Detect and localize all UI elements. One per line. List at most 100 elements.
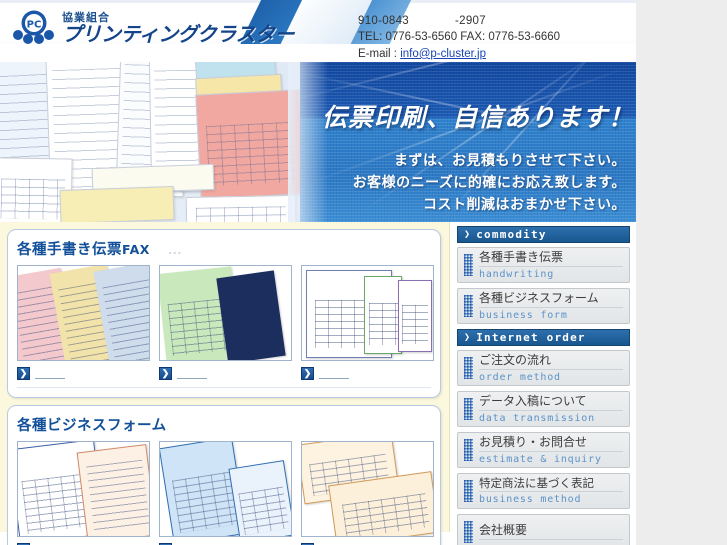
page-body: 各種手書き伝票FAX... ❯ ❯ ❯ 各種ビジネスフォーム ❯ commodi…: [0, 222, 636, 545]
sidebar-item-data-transmission[interactable]: データ入稿について data transmission: [457, 391, 630, 427]
header-contact-info: 910-0843 -2907 TEL: 0776-53-6560 FAX: 077…: [358, 13, 560, 62]
nav-group-header-internet-order: ❯ Internet order: [457, 329, 630, 346]
section-1-title-ja: 各種手書き伝票: [17, 242, 122, 258]
sidebar-item-label-ja: ご注文の流れ: [479, 353, 623, 370]
sheet-form-lightblue-2: [228, 460, 291, 536]
hero-headline: 伝票印刷、自信あります！: [322, 103, 635, 132]
section-1-title-en: FAX: [122, 242, 150, 257]
product-cell: ❯: [159, 441, 292, 545]
product-thumbnail-light-blue-forms[interactable]: [159, 441, 292, 537]
nav-group-header-commodity: ❯ commodity: [457, 226, 630, 243]
sidebar-item-labels: 各種手書き伝票 handwriting: [479, 250, 623, 281]
sheet-navy-cover: [216, 270, 286, 360]
product-thumbnail-blue-red-forms[interactable]: [17, 441, 150, 537]
sidebar-item-label-en: business form: [479, 309, 568, 321]
right-sidebar-nav: ❯ commodity 各種手書き伝票 handwriting 各種ビジネスフォ…: [451, 222, 636, 545]
sidebar-item-labels: お見積り・お問合せ estimate & inquiry: [479, 435, 623, 466]
chevron-right-icon: ❯: [301, 366, 314, 380]
sidebar-item-labels: データ入稿について data transmission: [479, 394, 623, 425]
sidebar-item-label-en: estimate & inquiry: [479, 453, 602, 465]
contact-email-line: E-mail : info@p-cluster.jp: [358, 46, 560, 62]
product-link[interactable]: ❯: [301, 366, 434, 380]
hero-doc-7: [59, 186, 175, 222]
section-2-title: 各種ビジネスフォーム: [17, 414, 431, 435]
chevron-right-icon: ❯: [17, 366, 30, 380]
product-link-text: [35, 368, 65, 379]
sheet-layout-green: [364, 276, 402, 354]
product-cell: ❯: [17, 441, 150, 545]
sidebar-item-labels: 会社概要: [479, 523, 623, 541]
hero-doc-8: [185, 195, 297, 222]
product-cell: ❯: [301, 441, 434, 545]
product-cell: ❯: [17, 265, 150, 380]
sidebar-item-business-form[interactable]: 各種ビジネスフォーム business form: [457, 288, 630, 324]
chevron-right-icon: ❯: [159, 366, 172, 380]
dot-grid-icon: [464, 254, 473, 276]
product-thumbnail-carbonless-sets[interactable]: [17, 265, 150, 361]
sheet-layout-purple: [398, 280, 432, 352]
section-2-title-ja: 各種ビジネスフォーム: [17, 418, 167, 434]
sheet-form-orange: [76, 444, 149, 536]
sidebar-item-company-profile[interactable]: 会社概要: [457, 514, 630, 545]
nav-group-label: Internet order: [476, 331, 586, 344]
pc-cluster-logo-icon: PC: [12, 8, 56, 48]
dot-grid-icon: [464, 295, 473, 317]
chevron-right-icon: ❯: [464, 332, 472, 343]
contact-email-link[interactable]: info@p-cluster.jp: [400, 48, 486, 60]
page-right-gutter: [636, 0, 727, 545]
sidebar-item-label-ja: データ入稿について: [479, 394, 623, 411]
section-1-divider: [17, 387, 431, 388]
hero-sub-line-2: お客様のニーズに的確にお応え致します。: [352, 175, 626, 192]
sidebar-item-label-ja: 各種手書き伝票: [479, 250, 623, 267]
sidebar-item-order-method[interactable]: ご注文の流れ order method: [457, 350, 630, 386]
sidebar-item-labels: 特定商法に基づく表記 business method: [479, 476, 623, 506]
product-thumbnail-form-layouts[interactable]: [301, 265, 434, 361]
site-logo[interactable]: PC 協業組合 プリンティングクラスター: [12, 8, 295, 48]
product-link[interactable]: ❯: [17, 366, 150, 380]
product-link[interactable]: ❯: [159, 366, 292, 380]
sidebar-item-label-ja: 特定商法に基づく表記: [479, 476, 623, 493]
product-thumbnail-green-forms[interactable]: [159, 265, 292, 361]
sidebar-item-label-ja: 会社概要: [479, 523, 623, 540]
sidebar-item-label-en: data transmission: [479, 412, 595, 424]
product-cell: ❯: [159, 265, 292, 380]
product-link-text: [319, 368, 349, 379]
section-business-forms: 各種ビジネスフォーム ❯: [7, 405, 441, 545]
sidebar-item-estimate-inquiry[interactable]: お見積り・お問合せ estimate & inquiry: [457, 432, 630, 468]
hero-subtext: まずは、お見積もりさせて下さい。 お客様のニーズに的確にお応え致します。 コスト…: [353, 150, 626, 216]
product-thumbnail-cream-forms[interactable]: [301, 441, 434, 537]
section-1-title-ghost: ...: [167, 244, 182, 257]
contact-tel-fax: TEL: 0776-53-6560 FAX: 0776-53-6660: [358, 31, 561, 44]
dot-grid-icon: [464, 439, 473, 461]
dot-grid-icon: [464, 398, 473, 420]
svg-text:PC: PC: [27, 20, 42, 31]
dot-grid-icon: [464, 521, 473, 543]
contact-zip-suffix: -2907: [455, 15, 486, 27]
hero-banner: 伝票印刷、自信あります！ まずは、お見積もりさせて下さい。 お客様のニーズに的確…: [0, 62, 636, 222]
sidebar-item-label-ja: お見積り・お問合せ: [479, 435, 623, 452]
contact-email-label: E-mail :: [358, 47, 397, 60]
product-link-text: [177, 368, 207, 379]
sidebar-item-handwriting[interactable]: 各種手書き伝票 handwriting: [457, 247, 630, 283]
dot-grid-icon: [464, 357, 473, 379]
hero-sub-line-3: コスト削減はおまかせ下さい。: [423, 197, 626, 214]
chevron-right-icon: ❯: [464, 229, 472, 240]
section-1-title: 各種手書き伝票FAX...: [17, 238, 431, 259]
logo-main-text: プリンティングクラスター: [62, 22, 295, 46]
hero-photo-blend: [288, 62, 328, 222]
product-cell: ❯: [301, 265, 434, 380]
sidebar-item-label-en: order method: [479, 371, 561, 383]
section-1-thumbnails: ❯ ❯ ❯: [17, 265, 434, 380]
dot-grid-icon: [464, 480, 473, 502]
sidebar-item-label-ja: 各種ビジネスフォーム: [479, 291, 623, 308]
logo-wordmark: 協業組合 プリンティングクラスター: [62, 12, 295, 46]
section-2-thumbnails: ❯ ❯: [17, 441, 434, 545]
sidebar-item-business-method[interactable]: 特定商法に基づく表記 business method: [457, 473, 630, 509]
sidebar-item-labels: 各種ビジネスフォーム business form: [479, 291, 623, 322]
sidebar-item-label-en: handwriting: [479, 268, 555, 280]
site-header: PC 協業組合 プリンティングクラスター 910-0843 -2907 TEL: …: [0, 0, 636, 62]
section-handwriting-slips: 各種手書き伝票FAX... ❯ ❯ ❯: [7, 229, 441, 398]
main-content-column: 各種手書き伝票FAX... ❯ ❯ ❯ 各種ビジネスフォーム: [0, 222, 450, 545]
contact-zip: 910-0843: [358, 15, 409, 27]
nav-group-label: commodity: [476, 228, 547, 241]
